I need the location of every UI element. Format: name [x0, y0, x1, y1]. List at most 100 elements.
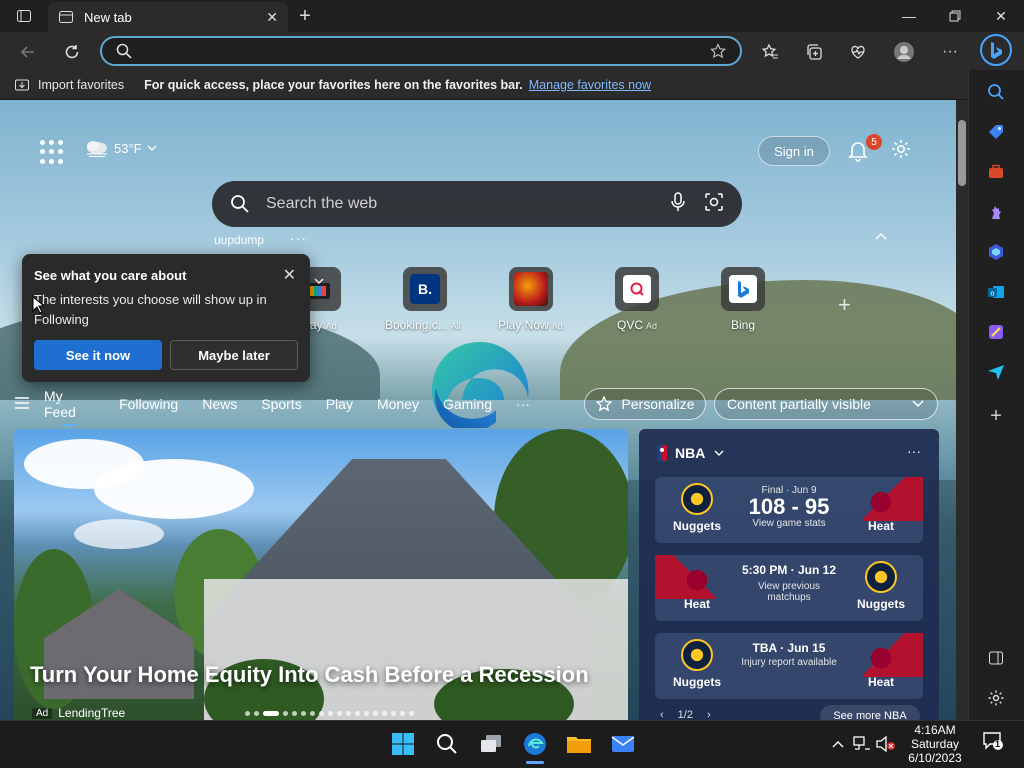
hero-headline[interactable]: Turn Your Home Equity Into Cash Before a…: [30, 662, 589, 688]
games-chess-icon[interactable]: [984, 200, 1008, 224]
back-button[interactable]: [14, 38, 42, 66]
close-window-button[interactable]: ✕: [978, 0, 1024, 32]
refresh-button[interactable]: [58, 38, 86, 66]
svg-text:o: o: [991, 291, 995, 298]
qvc-icon: [623, 275, 651, 303]
game-row[interactable]: Nuggets Final · Jun 9 108 - 95 View game…: [655, 477, 923, 543]
quick-link-label: ay Ad: [310, 318, 337, 332]
web-search-placeholder: Search the web: [266, 195, 378, 212]
close-tab-icon[interactable]: ✕: [266, 9, 278, 26]
nuggets-logo-icon: [681, 639, 713, 671]
page-settings-icon[interactable]: [890, 138, 914, 162]
tab-play[interactable]: Play: [326, 396, 353, 412]
tab-following[interactable]: Following: [119, 396, 178, 412]
manage-favorites-link[interactable]: Manage favorites now: [529, 78, 651, 92]
recent-search-more-icon[interactable]: ···: [290, 230, 307, 246]
notification-center-icon[interactable]: 1: [982, 730, 1004, 757]
system-clock[interactable]: 4:16AM Saturday 6/10/2023: [900, 723, 970, 765]
game-status: Final · Jun 9 108 - 95 View game stats: [739, 485, 839, 529]
search-icon: [231, 195, 249, 213]
outlook-icon[interactable]: o: [984, 280, 1008, 304]
tab-my-feed[interactable]: My Feed: [44, 388, 95, 426]
team-left: Nuggets: [655, 639, 739, 689]
search-icon: [116, 43, 132, 64]
close-popup-icon[interactable]: ✕: [283, 265, 296, 285]
volume-muted-icon[interactable]: [874, 729, 898, 759]
browser-essentials-icon[interactable]: [844, 38, 872, 66]
drop-icon[interactable]: [984, 360, 1008, 384]
carousel-dots[interactable]: [245, 711, 414, 716]
bing-chat-button[interactable]: [980, 34, 1012, 66]
nuggets-logo-icon: [865, 561, 897, 593]
see-it-now-button[interactable]: See it now: [34, 340, 162, 370]
page-scrollbar[interactable]: [956, 100, 968, 720]
feed-menu-icon[interactable]: [14, 396, 44, 413]
nba-header[interactable]: NBA: [657, 445, 725, 461]
taskbar-search-icon[interactable]: [432, 729, 462, 759]
scrollbar-thumb[interactable]: [958, 120, 966, 186]
restore-button[interactable]: [932, 0, 978, 32]
weather-widget[interactable]: 53°F: [84, 138, 158, 158]
cloud-icon: [87, 141, 107, 157]
designer-icon[interactable]: [984, 320, 1008, 344]
feed-navigation: My Feed Following News Sports Play Money…: [14, 388, 554, 426]
web-search-box[interactable]: Search the web: [212, 181, 742, 227]
minimize-button[interactable]: —: [886, 0, 932, 32]
more-tabs-icon[interactable]: ···: [516, 396, 530, 412]
card-more-icon[interactable]: ···: [907, 443, 921, 459]
notification-count: 1: [995, 739, 1001, 749]
collections-icon[interactable]: [800, 38, 828, 66]
address-input[interactable]: [142, 42, 702, 60]
app-launcher-icon[interactable]: [40, 140, 64, 164]
add-sidebar-app-icon[interactable]: +: [984, 404, 1008, 428]
personalize-button[interactable]: Personalize: [584, 388, 706, 420]
favorites-icon[interactable]: [756, 38, 784, 66]
game-row[interactable]: Nuggets TBA · Jun 15 Injury report avail…: [655, 633, 923, 699]
import-favorites-button[interactable]: Import favorites: [14, 77, 124, 93]
tab-news[interactable]: News: [202, 396, 237, 412]
team-right: Heat: [839, 483, 923, 533]
mail-icon[interactable]: [608, 729, 638, 759]
sidebar-search-icon[interactable]: [984, 80, 1008, 104]
task-view-icon[interactable]: [476, 729, 506, 759]
start-windows-icon[interactable]: [388, 729, 418, 759]
quick-link-label: QVC Ad: [617, 318, 658, 332]
quick-link-play-now[interactable]: [509, 267, 553, 311]
interests-teaching-popup: See what you care about ✕ The interests …: [22, 254, 310, 382]
recent-search-chip[interactable]: uupdump: [214, 233, 264, 247]
tab-sports[interactable]: Sports: [261, 396, 301, 412]
show-hidden-icons-chevron-up-icon[interactable]: [826, 729, 850, 759]
game-status: 5:30 PM · Jun 12 View previous matchups: [741, 563, 837, 603]
tab-money[interactable]: Money: [377, 396, 419, 412]
tab-new-tab[interactable]: New tab ✕: [48, 2, 288, 32]
microsoft-365-icon[interactable]: [984, 240, 1008, 264]
file-explorer-icon[interactable]: [564, 729, 594, 759]
content-visibility-dropdown[interactable]: Content partially visible: [714, 388, 938, 420]
quick-link-bing[interactable]: [721, 267, 765, 311]
maybe-later-button[interactable]: Maybe later: [170, 340, 298, 370]
profile-avatar[interactable]: [890, 38, 918, 66]
hide-sidebar-icon[interactable]: [984, 646, 1008, 670]
game-row[interactable]: Heat 5:30 PM · Jun 12 View previous matc…: [655, 555, 923, 621]
microphone-icon[interactable]: [670, 191, 686, 217]
tab-gaming[interactable]: Gaming: [443, 396, 492, 412]
add-quick-link-icon[interactable]: +: [838, 292, 851, 318]
visual-search-icon[interactable]: [704, 192, 724, 217]
quick-link-qvc[interactable]: [615, 267, 659, 311]
edge-taskbar-icon[interactable]: [520, 729, 550, 759]
address-bar[interactable]: [100, 36, 742, 66]
sign-in-button[interactable]: Sign in: [758, 136, 830, 166]
heat-logo-icon: [865, 483, 897, 515]
quick-link-booking[interactable]: B.: [403, 267, 447, 311]
chevron-down-icon: [912, 400, 924, 408]
shopping-tag-icon[interactable]: [984, 120, 1008, 144]
chevron-up-icon[interactable]: [874, 228, 888, 244]
tools-briefcase-icon[interactable]: [984, 160, 1008, 184]
import-icon: [15, 79, 29, 90]
new-tab-button[interactable]: +: [292, 4, 318, 28]
sidebar-settings-icon[interactable]: [984, 686, 1008, 710]
more-options-icon[interactable]: ···: [936, 38, 964, 66]
network-icon[interactable]: [850, 729, 874, 759]
favorite-star-icon[interactable]: [710, 43, 726, 64]
tab-actions-icon[interactable]: [8, 4, 40, 28]
